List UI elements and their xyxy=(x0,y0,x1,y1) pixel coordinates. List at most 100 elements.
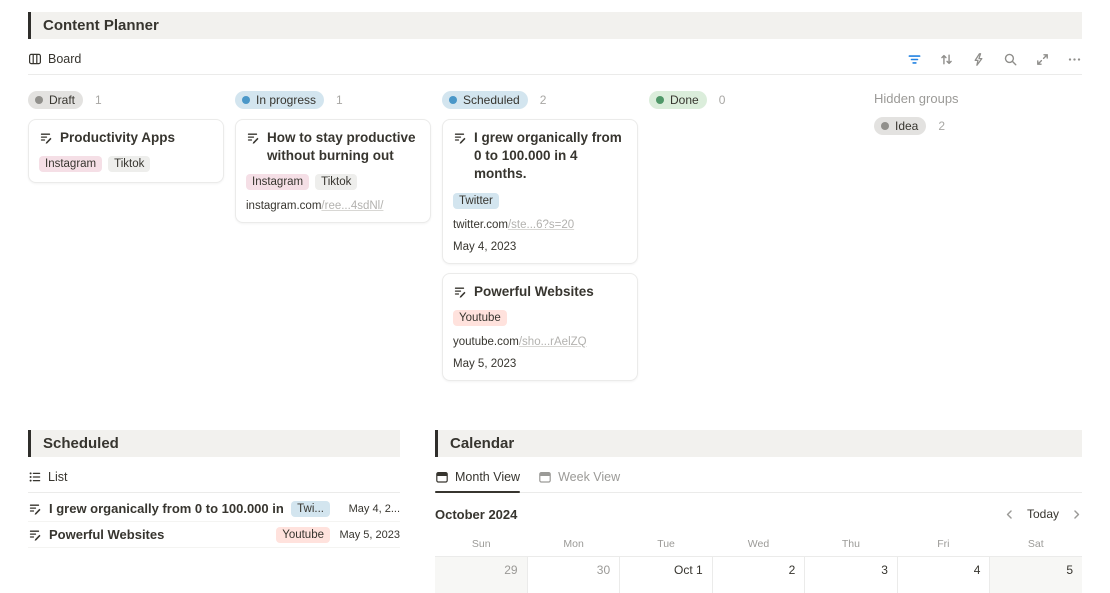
calendar-grid: 29 30 Oct 1 2 3 4 5 xyxy=(435,556,1083,593)
board-icon xyxy=(28,52,42,66)
calendar-header: Calendar xyxy=(435,430,1082,457)
tab-list[interactable]: List xyxy=(28,462,67,492)
page-edit-icon xyxy=(454,287,466,298)
column-in-progress: In progress 1 How to stay productive wit… xyxy=(235,90,431,232)
day-header-fri: Fri xyxy=(937,538,950,550)
tag-youtube: Youtube xyxy=(276,526,330,543)
more-options-icon[interactable] xyxy=(1067,52,1082,67)
list-item-title: I grew organically from 0 to 100.000 in … xyxy=(49,501,284,516)
kanban-card-how-to-stay-productive[interactable]: How to stay productive without burning o… xyxy=(235,119,431,224)
status-pill-idea: Idea xyxy=(874,117,927,135)
hidden-groups-label: Hidden groups xyxy=(874,91,959,106)
list-icon xyxy=(28,470,42,484)
content-planner-header: Content Planner xyxy=(28,12,1082,39)
kanban-card-i-grew-organically[interactable]: I grew organically from 0 to 100.000 in … xyxy=(442,119,638,264)
calendar-cell-oct-3[interactable]: 3 xyxy=(804,557,897,593)
calendar-view-row: Month View Week View xyxy=(435,462,1082,493)
expand-icon[interactable] xyxy=(1035,52,1050,67)
tag-twitter: Twitter xyxy=(453,192,499,209)
hidden-group-count: 2 xyxy=(938,119,946,133)
chevron-right-icon[interactable] xyxy=(1071,509,1082,520)
column-count: 1 xyxy=(336,93,343,107)
day-header-sun: Sun xyxy=(471,538,491,550)
card-link[interactable]: instagram.com/ree...4sdNl/ xyxy=(246,200,420,212)
tag-instagram: Instagram xyxy=(39,156,103,173)
calendar-cell-oct-4[interactable]: 4 xyxy=(896,557,990,593)
column-count: 1 xyxy=(95,93,102,107)
list-item-powerful-websites[interactable]: Powerful Websites Youtube May 5, 2023 xyxy=(28,522,400,548)
tag-twitter-truncated: Twi... xyxy=(291,500,330,517)
chevron-left-icon[interactable] xyxy=(1004,509,1015,520)
month-view-label: Month View xyxy=(455,470,521,484)
calendar-icon xyxy=(435,470,449,484)
link-path: /ree...4sdNl/ xyxy=(321,200,384,213)
scheduled-list-section: Scheduled List I grew organically from 0… xyxy=(28,430,400,593)
hidden-groups-panel: Hidden groups Idea 2 xyxy=(874,90,959,135)
list-item-date: May 5, 2023 xyxy=(339,528,400,541)
calendar-month-row: October 2024 Today xyxy=(435,502,1082,526)
sort-icon[interactable] xyxy=(939,52,954,67)
calendar-cell-oct-5[interactable]: 5 xyxy=(989,557,1083,593)
day-header-mon: Mon xyxy=(563,538,584,550)
tag-tiktok: Tiktok xyxy=(315,174,358,191)
link-domain: instagram.com xyxy=(246,200,322,213)
list-item-i-grew-organically[interactable]: I grew organically from 0 to 100.000 in … xyxy=(28,496,400,522)
column-count: 0 xyxy=(718,93,726,107)
board-view-row: Board xyxy=(28,44,1082,75)
bottom-sections: Scheduled List I grew organically from 0… xyxy=(28,430,1083,593)
search-icon[interactable] xyxy=(1003,52,1018,67)
hidden-group-idea[interactable]: Idea 2 xyxy=(874,117,959,135)
page-edit-icon xyxy=(247,133,259,144)
today-button[interactable]: Today xyxy=(1027,507,1059,521)
list-item-title-row: Powerful Websites xyxy=(28,527,268,542)
card-date: May 4, 2023 xyxy=(453,240,517,253)
calendar-cell-oct-1[interactable]: Oct 1 xyxy=(619,557,712,593)
calendar-cell-sep-30[interactable]: 30 xyxy=(526,557,620,593)
tab-board[interactable]: Board xyxy=(28,52,81,66)
scheduled-title: Scheduled xyxy=(43,435,119,452)
status-label: Scheduled xyxy=(463,93,520,107)
card-tags: Youtube xyxy=(453,309,627,326)
status-dot xyxy=(656,96,664,104)
page-edit-icon xyxy=(40,133,52,144)
status-pill-done: Done xyxy=(649,91,707,109)
calendar-nav: Today xyxy=(1004,507,1082,521)
link-domain: twitter.com xyxy=(453,218,508,231)
list-item-date: May 4, 2... xyxy=(348,502,400,515)
status-dot xyxy=(242,96,250,104)
status-pill-in-progress: In progress xyxy=(235,91,325,109)
kanban-card-productivity-apps[interactable]: Productivity Apps Instagram Tiktok xyxy=(28,119,224,184)
status-dot xyxy=(881,122,889,130)
week-view-label: Week View xyxy=(558,470,621,484)
card-title: Productivity Apps xyxy=(60,130,176,145)
status-pill-scheduled: Scheduled xyxy=(442,91,528,109)
card-link[interactable]: youtube.com/sho...rAelZQ xyxy=(453,336,627,348)
card-link[interactable]: twitter.com/ste...6?s=20 xyxy=(453,219,627,231)
day-header-tue: Tue xyxy=(657,538,675,550)
card-title: How to stay productive without burning o… xyxy=(267,130,416,164)
tab-week-view[interactable]: Week View xyxy=(538,462,620,492)
tab-month-view[interactable]: Month View xyxy=(435,462,521,493)
list-view-row: List xyxy=(28,462,400,493)
filter-icon[interactable] xyxy=(907,52,922,67)
scheduled-rows: I grew organically from 0 to 100.000 in … xyxy=(28,496,400,548)
calendar-cell-sep-29[interactable]: 29 xyxy=(435,557,527,593)
automation-lightning-icon[interactable] xyxy=(971,52,986,67)
kanban-card-powerful-websites[interactable]: Powerful Websites Youtube youtube.com/sh… xyxy=(442,272,638,381)
card-title: Powerful Websites xyxy=(474,283,594,299)
board-toolbar xyxy=(907,52,1082,67)
page-edit-icon xyxy=(29,530,41,541)
card-title-row: I grew organically from 0 to 100.000 in … xyxy=(453,129,627,184)
status-dot xyxy=(35,96,43,104)
card-title-row: How to stay productive without burning o… xyxy=(246,129,420,165)
board-tab-label: Board xyxy=(48,52,82,66)
link-path: /ste...6?s=20 xyxy=(507,218,575,231)
card-tags: Instagram Tiktok xyxy=(39,156,213,173)
calendar-cell-oct-2[interactable]: 2 xyxy=(711,557,805,593)
calendar-section: Calendar Month View Week View October 20… xyxy=(435,430,1083,593)
column-in-progress-header: In progress 1 xyxy=(235,90,431,110)
link-path: /sho...rAelZQ xyxy=(518,335,587,348)
status-label: Idea xyxy=(895,119,919,133)
content-planner-page: Content Planner Board Draft 1 Productivi… xyxy=(0,0,1110,593)
tag-youtube: Youtube xyxy=(453,309,507,326)
